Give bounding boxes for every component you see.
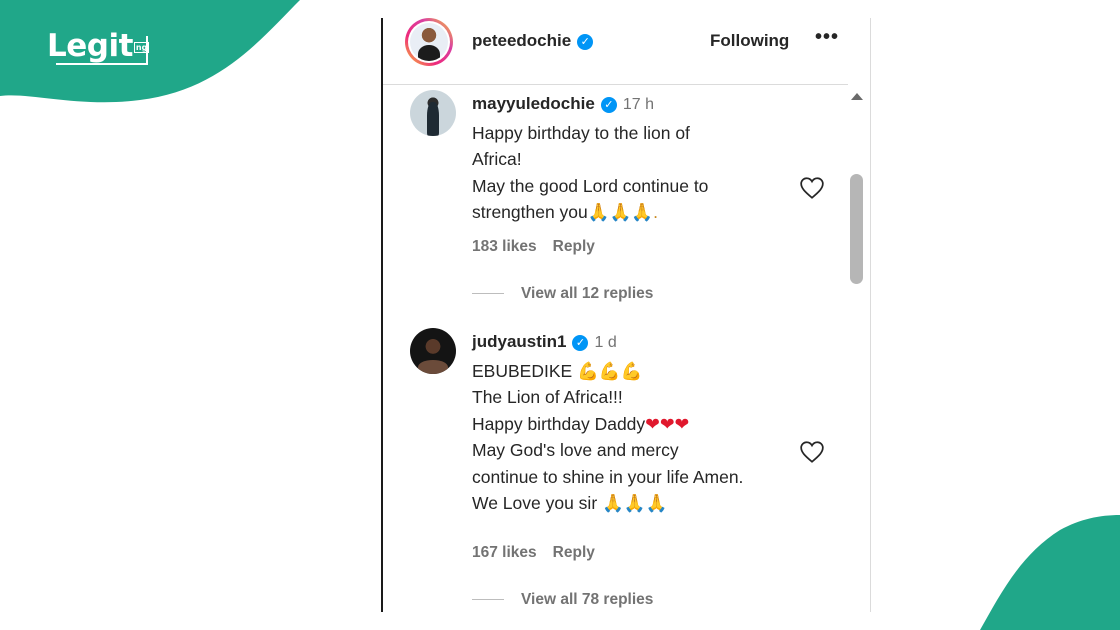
- replies-divider: [472, 599, 504, 600]
- likes-count[interactable]: 183 likes: [472, 238, 537, 255]
- commenter-avatar[interactable]: [410, 90, 456, 136]
- comment-line: EBUBEDIKE 💪💪💪: [472, 361, 643, 381]
- comment-meta: 183 likes Reply: [472, 238, 611, 256]
- post-header: peteedochie ✓ Following •••: [383, 18, 848, 85]
- comment-line: We Love you sir 🙏🙏🙏: [472, 493, 668, 514]
- comment-line: continue to shine in your life Amen.: [472, 466, 744, 487]
- scroll-up-arrow-icon[interactable]: [851, 93, 863, 100]
- brand-shape-top: [0, 0, 300, 103]
- post-author-avatar[interactable]: [405, 18, 453, 66]
- scrollbar-thumb[interactable]: [850, 174, 863, 284]
- comment-line: The Lion of Africa!!!: [472, 387, 623, 408]
- comment-text: EBUBEDIKE 💪💪💪 The Lion of Africa!!! Happ…: [472, 358, 743, 516]
- commenter-avatar[interactable]: [410, 328, 456, 374]
- reply-button[interactable]: Reply: [553, 238, 595, 255]
- comment-time[interactable]: 1 d: [594, 334, 616, 351]
- avatar-image: [410, 23, 448, 61]
- comment-header: mayyuledochie ✓ 17 h: [472, 94, 654, 114]
- comment-time[interactable]: 17 h: [623, 96, 654, 113]
- likes-count[interactable]: 167 likes: [472, 544, 537, 561]
- scrollbar[interactable]: [847, 85, 867, 612]
- replies-divider: [472, 293, 504, 294]
- logo-frame: [146, 36, 148, 65]
- comment-line: Africa!: [472, 149, 522, 170]
- reply-button[interactable]: Reply: [553, 544, 595, 561]
- comments-panel: peteedochie ✓ Following ••• mayyuledochie…: [381, 18, 871, 612]
- pray-emoji: 🙏🙏🙏: [602, 493, 668, 514]
- logo-underline: [56, 63, 148, 65]
- comment-header: judyaustin1 ✓ 1 d: [472, 332, 617, 352]
- verified-badge-icon: ✓: [577, 34, 594, 50]
- legit-logo: Legit ng: [47, 28, 150, 64]
- comment-meta: 167 likes Reply: [472, 544, 611, 562]
- verified-badge-icon: ✓: [572, 335, 589, 351]
- comment-line: Happy birthday Daddy❤❤❤: [472, 413, 690, 434]
- comment-line: strengthen you🙏🙏🙏.: [472, 202, 659, 223]
- like-heart-icon[interactable]: [799, 176, 825, 200]
- view-replies-button[interactable]: View all 12 replies: [521, 285, 653, 303]
- post-author-username[interactable]: peteedochie ✓: [472, 31, 594, 51]
- comment-line: May God's love and mercy: [472, 440, 679, 461]
- red-heart-emoji: ❤❤❤: [645, 413, 690, 434]
- username-link[interactable]: peteedochie: [472, 31, 571, 50]
- comment-line: Happy birthday to the lion of: [472, 123, 690, 143]
- logo-text: Legit: [47, 28, 133, 64]
- following-button[interactable]: Following: [710, 31, 789, 51]
- view-replies-button[interactable]: View all 78 replies: [521, 591, 653, 609]
- more-options-icon[interactable]: •••: [815, 26, 839, 49]
- commenter-username[interactable]: mayyuledochie: [472, 94, 595, 113]
- comment-text: Happy birthday to the lion of Africa! Ma…: [472, 120, 708, 226]
- brand-shape-bottom: [980, 515, 1120, 630]
- comment-line: May the good Lord continue to: [472, 175, 709, 196]
- verified-badge-icon: ✓: [600, 97, 617, 113]
- pray-emoji: 🙏🙏🙏.: [587, 202, 659, 223]
- like-heart-icon[interactable]: [799, 440, 825, 464]
- commenter-username[interactable]: judyaustin1: [472, 332, 566, 351]
- flexed-arm-emoji: 💪💪💪: [572, 361, 643, 381]
